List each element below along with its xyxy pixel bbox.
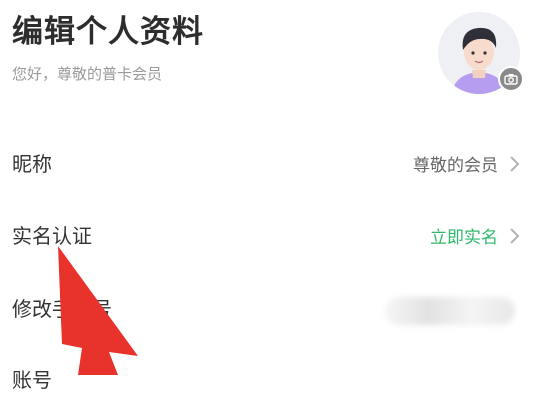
red-pointer-arrow [58,246,138,375]
